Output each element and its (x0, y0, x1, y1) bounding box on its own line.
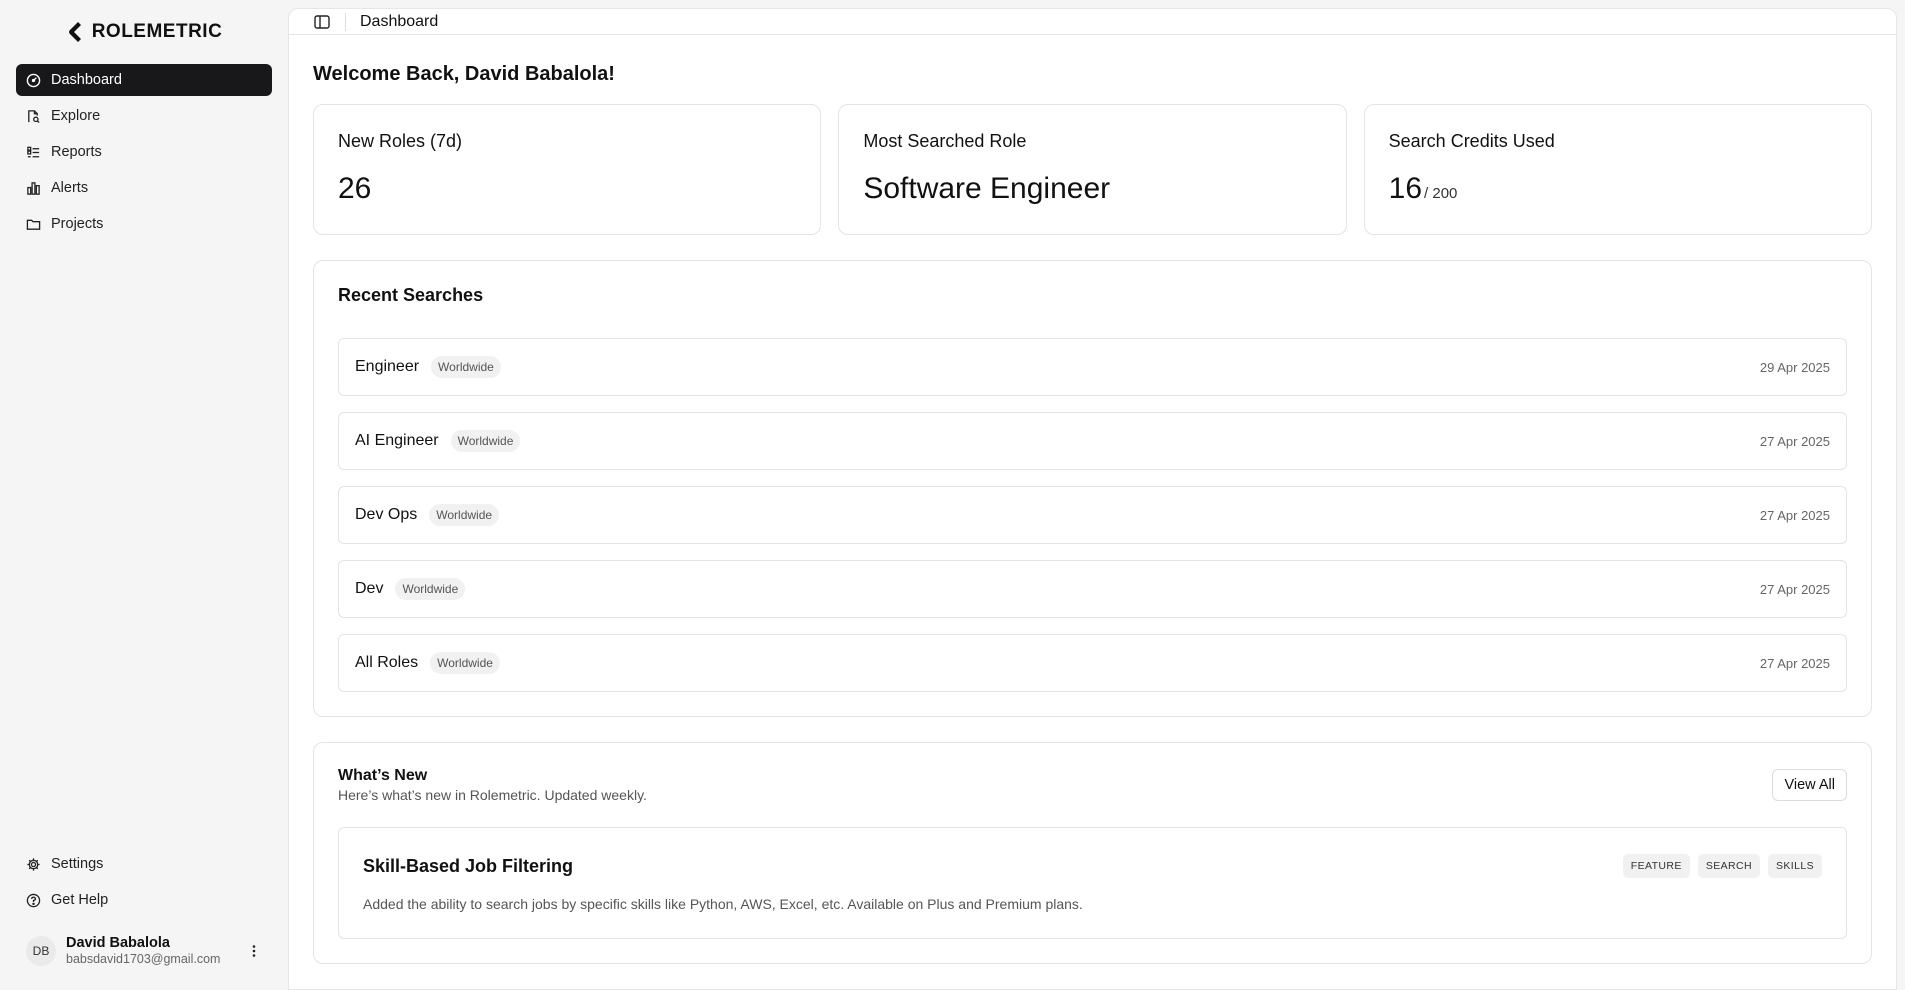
dashboard-content: Welcome Back, David Babalola! New Roles … (289, 35, 1896, 989)
rolemetric-logo-icon (68, 22, 81, 42)
brand-logo[interactable]: ROLEMETRIC (16, 14, 272, 50)
sidebar-item-explore[interactable]: Explore (16, 100, 272, 132)
sidebar-nav: Dashboard Explore Reports Alerts Project… (16, 64, 272, 240)
help-circle-icon (26, 893, 41, 907)
search-term: All Roles (355, 654, 419, 671)
tag-badge: SKILLS (1767, 854, 1822, 878)
search-term: Dev (355, 580, 384, 597)
search-term: Dev Ops (355, 506, 418, 523)
stat-card-most-searched-role: Most Searched Role Software Engineer (838, 104, 1347, 235)
region-badge: Worldwide (430, 652, 500, 674)
stat-value: 26 (338, 172, 372, 205)
sidebar-item-label: Get Help (51, 892, 109, 909)
search-term: Engineer (355, 358, 420, 375)
search-term: AI Engineer (355, 432, 439, 449)
stat-sub-value: / 200 (1424, 185, 1458, 202)
recent-searches-card: Recent Searches Engineer Worldwide 29 Ap… (313, 260, 1872, 717)
sidebar-item-label: Dashboard (51, 72, 122, 88)
breadcrumb: Dashboard (360, 12, 439, 30)
more-vertical-icon[interactable] (246, 943, 262, 959)
region-badge: Worldwide (431, 356, 501, 378)
bar-chart-icon (27, 181, 40, 195)
topbar: Dashboard (289, 9, 1896, 35)
whats-new-title: What’s New (338, 767, 428, 784)
gauge-icon (26, 73, 41, 87)
user-profile[interactable]: DB David Babalola babsdavid1703@gmail.co… (16, 928, 272, 974)
stat-card-new-roles: New Roles (7d) 26 (313, 104, 822, 235)
recent-searches-title: Recent Searches (338, 285, 484, 305)
stat-card-search-credits: Search Credits Used 16 / 200 (1363, 104, 1872, 235)
avatar: DB (26, 936, 56, 967)
search-date: 27 Apr 2025 (1759, 581, 1830, 597)
sidebar-item-reports[interactable]: Reports (16, 136, 272, 168)
list-item[interactable]: Engineer Worldwide 29 Apr 2025 (338, 338, 1847, 396)
stat-title: Most Searched Role (863, 131, 1027, 151)
search-date: 27 Apr 2025 (1759, 433, 1830, 449)
list-item[interactable]: Dev Worldwide 27 Apr 2025 (338, 560, 1847, 618)
brand-name: ROLEMETRIC (91, 21, 223, 42)
user-name: David Babalola (66, 935, 170, 952)
tag-badge: SEARCH (1697, 854, 1760, 878)
gear-icon (27, 858, 40, 871)
sidebar-item-alerts[interactable]: Alerts (16, 172, 272, 204)
sidebar-bottom-nav: Settings Get Help (16, 848, 272, 916)
region-badge: Worldwide (429, 504, 500, 526)
sidebar: ROLEMETRIC Dashboard Explore Reports Ale… (0, 0, 288, 990)
feature-item[interactable]: Skill-Based Job Filtering FEATURE SEARCH… (338, 827, 1847, 939)
stat-value: Software Engineer (863, 172, 1111, 205)
whats-new-card: What’s New Here’s what’s new in Rolemetr… (313, 742, 1872, 964)
view-all-button[interactable]: View All (1772, 769, 1847, 801)
topbar-divider (345, 12, 346, 31)
sidebar-item-label: Alerts (51, 180, 89, 196)
tag-badge: FEATURE (1622, 854, 1690, 878)
sidebar-item-label: Explore (51, 108, 101, 124)
app-root: ROLEMETRIC Dashboard Explore Reports Ale… (0, 0, 1905, 990)
sidebar-item-dashboard[interactable]: Dashboard (16, 64, 272, 96)
list-item[interactable]: All Roles Worldwide 27 Apr 2025 (338, 634, 1847, 692)
stat-title: Search Credits Used (1388, 131, 1555, 151)
search-date: 29 Apr 2025 (1759, 359, 1830, 375)
search-date: 27 Apr 2025 (1759, 655, 1830, 671)
whats-new-subtitle: Here’s what’s new in Rolemetric. Updated… (338, 787, 647, 803)
sidebar-item-label: Projects (51, 216, 104, 232)
list-item[interactable]: AI Engineer Worldwide 27 Apr 2025 (338, 412, 1847, 470)
feature-tags: FEATURE SEARCH SKILLS (1622, 854, 1822, 878)
sidebar-item-projects[interactable]: Projects (16, 208, 272, 240)
main-panel: Dashboard Welcome Back, David Babalola! … (288, 8, 1897, 990)
feature-title: Skill-Based Job Filtering (363, 855, 574, 876)
search-file-icon (28, 109, 40, 123)
stat-value: 16 (1388, 172, 1423, 205)
folder-icon (26, 219, 41, 230)
list-icon (27, 146, 40, 157)
search-date: 27 Apr 2025 (1759, 507, 1830, 523)
sidebar-item-get-help[interactable]: Get Help (16, 884, 272, 916)
region-badge: Worldwide (395, 578, 466, 600)
sidebar-item-label: Settings (51, 856, 104, 873)
stat-title: New Roles (7d) (338, 131, 463, 151)
sidebar-item-settings[interactable]: Settings (16, 848, 272, 880)
region-badge: Worldwide (450, 430, 521, 452)
user-email: babsdavid1703@gmail.com (66, 952, 221, 967)
feature-description: Added the ability to search jobs by spec… (363, 896, 1083, 912)
recent-searches-list: Engineer Worldwide 29 Apr 2025 AI Engine… (338, 338, 1847, 692)
stats-row: New Roles (7d) 26 Most Searched Role Sof… (313, 104, 1872, 235)
list-item[interactable]: Dev Ops Worldwide 27 Apr 2025 (338, 486, 1847, 544)
sidebar-toggle-icon[interactable] (313, 13, 331, 31)
page-title: Welcome Back, David Babalola! (313, 63, 615, 85)
sidebar-item-label: Reports (51, 144, 102, 160)
